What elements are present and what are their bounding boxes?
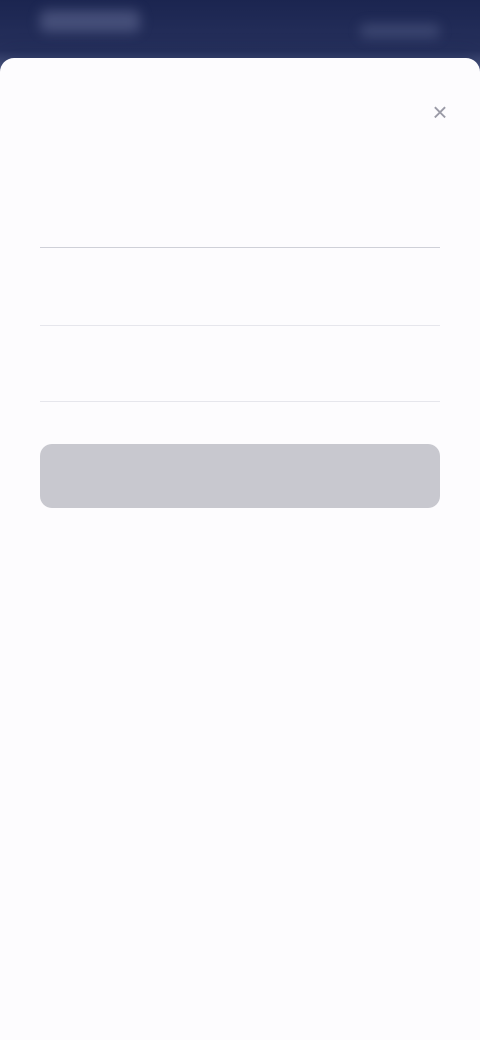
phone-field-group [40, 294, 440, 326]
name-field-group [40, 216, 440, 248]
submit-button[interactable] [40, 444, 440, 508]
close-button[interactable]: × [422, 94, 458, 130]
header-right-text [360, 24, 440, 38]
modal-sheet: × [0, 58, 480, 1040]
close-icon: × [432, 97, 448, 127]
app-screen: × [0, 0, 480, 1040]
brand-logo [40, 10, 140, 32]
phone-input[interactable] [40, 298, 440, 326]
name-input[interactable] [40, 220, 440, 248]
email-field-group [40, 370, 440, 402]
email-input[interactable] [40, 374, 440, 402]
